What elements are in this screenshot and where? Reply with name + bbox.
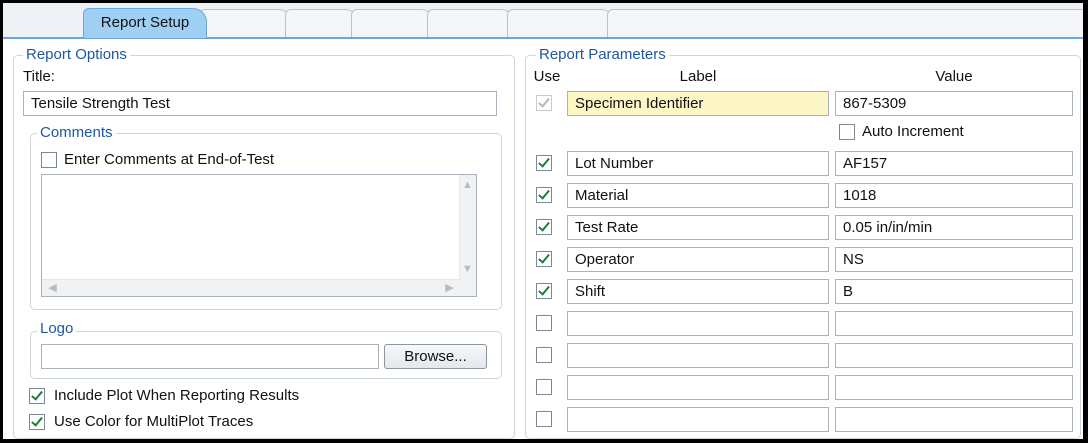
param-label-input[interactable] <box>567 343 829 368</box>
tab-3[interactable] <box>285 9 359 37</box>
title-input[interactable]: Tensile Strength Test <box>23 91 497 116</box>
param-use-checkbox[interactable] <box>536 347 552 363</box>
param-use-checkbox[interactable] <box>536 411 552 427</box>
tab-report-setup[interactable]: Report Setup <box>83 8 207 38</box>
report-parameters-legend: Report Parameters <box>536 47 669 63</box>
column-header-use: Use <box>533 68 561 85</box>
tab-5[interactable] <box>427 9 515 37</box>
use-color-label: Use Color for MultiPlot Traces <box>54 413 254 430</box>
browse-button[interactable]: Browse... <box>384 344 487 369</box>
tab-6[interactable] <box>507 9 615 37</box>
param-label-input[interactable]: Specimen Identifier <box>567 91 829 116</box>
param-label-input[interactable] <box>567 407 829 432</box>
scroll-up-icon[interactable]: ▲ <box>459 177 476 194</box>
param-label-input[interactable] <box>567 311 829 336</box>
param-use-checkbox[interactable] <box>536 283 552 299</box>
param-value-input[interactable] <box>835 343 1073 368</box>
param-label-input[interactable]: Test Rate <box>567 215 829 240</box>
param-use-checkbox[interactable] <box>536 219 552 235</box>
use-color-checkbox[interactable] <box>29 414 45 430</box>
enter-comments-label: Enter Comments at End-of-Test <box>64 151 275 168</box>
scroll-right-icon[interactable]: ▶ <box>441 280 458 297</box>
param-value-input[interactable]: 0.05 in/in/min <box>835 215 1073 240</box>
tab-4[interactable] <box>351 9 435 37</box>
tab-2[interactable] <box>199 9 293 37</box>
logo-path-input[interactable] <box>41 344 379 369</box>
enter-comments-checkbox[interactable] <box>41 152 57 168</box>
comments-legend: Comments <box>37 125 116 141</box>
param-use-checkbox[interactable] <box>536 155 552 171</box>
param-use-checkbox[interactable] <box>536 251 552 267</box>
column-header-value: Value <box>935 68 973 85</box>
include-plot-checkbox[interactable] <box>29 388 45 404</box>
param-value-input[interactable]: 1018 <box>835 183 1073 208</box>
param-label-input[interactable]: Shift <box>567 279 829 304</box>
param-value-input[interactable]: B <box>835 279 1073 304</box>
param-label-input[interactable]: Lot Number <box>567 151 829 176</box>
scroll-down-icon[interactable]: ▼ <box>459 261 476 278</box>
title-label: Title: <box>23 68 55 85</box>
param-use-checkbox[interactable] <box>536 187 552 203</box>
include-plot-label: Include Plot When Reporting Results <box>54 387 300 404</box>
param-label-input[interactable] <box>567 375 829 400</box>
logo-legend: Logo <box>37 321 77 337</box>
scroll-left-icon[interactable]: ◀ <box>44 280 61 297</box>
comments-textarea[interactable]: ▲ ▼ ◀ ▶ <box>41 174 477 297</box>
column-header-label: Label <box>679 68 717 85</box>
param-value-input[interactable]: 867-5309 <box>835 91 1073 116</box>
param-value-input[interactable] <box>835 311 1073 336</box>
comments-horizontal-scrollbar[interactable]: ◀ ▶ <box>42 279 460 296</box>
tab-7[interactable] <box>607 9 1083 37</box>
param-use-checkbox[interactable] <box>536 379 552 395</box>
tab-label: Report Setup <box>100 14 190 31</box>
tab-strip: Report Setup <box>3 3 1083 39</box>
param-value-input[interactable]: AF157 <box>835 151 1073 176</box>
param-label-input[interactable]: Operator <box>567 247 829 272</box>
report-setup-window: Report Setup Report Options Title: Tensi… <box>3 3 1083 439</box>
comments-vertical-scrollbar[interactable]: ▲ ▼ <box>459 175 476 296</box>
param-value-input[interactable] <box>835 375 1073 400</box>
auto-increment-checkbox[interactable] <box>839 124 855 140</box>
auto-increment-label: Auto Increment <box>862 123 964 140</box>
param-value-input[interactable]: NS <box>835 247 1073 272</box>
param-use-checkbox[interactable] <box>536 315 552 331</box>
param-label-input[interactable]: Material <box>567 183 829 208</box>
param-use-checkbox <box>536 95 552 111</box>
report-options-legend: Report Options <box>23 47 130 63</box>
param-value-input[interactable] <box>835 407 1073 432</box>
